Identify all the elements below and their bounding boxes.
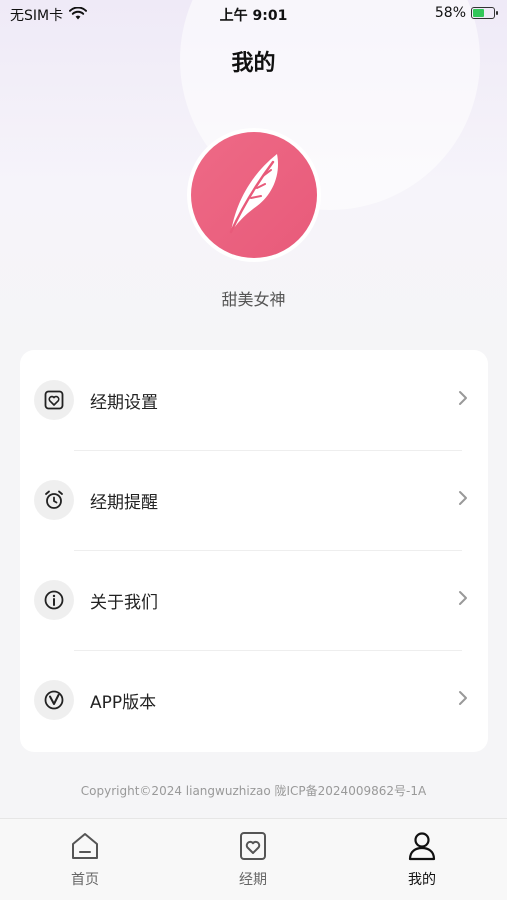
chevron-right-icon — [458, 590, 468, 610]
battery-percent: 58% — [434, 5, 466, 21]
battery-icon — [471, 7, 498, 19]
chevron-right-icon — [458, 490, 468, 510]
menu-item-period-settings[interactable]: 经期设置 — [20, 350, 488, 450]
menu-item-label: 经期提醒 — [90, 492, 158, 513]
tab-bar: 首页 经期 我的 — [0, 818, 507, 900]
menu-item-about-us[interactable]: 关于我们 — [20, 550, 488, 650]
status-bar: 无SIM卡 上午 9:01 58% — [0, 0, 507, 28]
menu-item-app-version[interactable]: APP版本 — [20, 650, 488, 750]
menu-item-label: 经期设置 — [90, 392, 158, 413]
tab-label: 首页 — [71, 872, 99, 888]
version-v-icon — [34, 680, 74, 720]
heart-calendar-icon — [237, 831, 269, 865]
menu-item-label: 关于我们 — [90, 592, 158, 613]
menu-item-period-reminder[interactable]: 经期提醒 — [20, 450, 488, 550]
heart-calendar-icon — [34, 380, 74, 420]
menu-item-label: APP版本 — [90, 692, 157, 713]
status-time: 上午 9:01 — [219, 8, 288, 24]
tab-mine[interactable]: 我的 — [372, 831, 472, 889]
person-icon — [406, 831, 438, 865]
battery-fill — [473, 9, 485, 17]
nickname: 甜美女神 — [221, 290, 286, 309]
tab-label: 我的 — [408, 872, 436, 888]
chevron-right-icon — [458, 390, 468, 410]
menu-card: 经期设置 经期提醒 关于我们 APP版本 — [20, 350, 488, 752]
avatar[interactable] — [187, 128, 321, 262]
copyright-text: Copyright©2024 liangwuzhizao 陇ICP备202400… — [80, 784, 427, 798]
home-icon — [69, 831, 101, 865]
page-title: 我的 — [231, 51, 276, 76]
tab-period[interactable]: 经期 — [203, 831, 303, 889]
tab-label: 经期 — [239, 872, 267, 888]
alarm-clock-icon — [34, 480, 74, 520]
feather-icon — [219, 148, 289, 242]
chevron-right-icon — [458, 690, 468, 710]
info-icon — [34, 580, 74, 620]
tab-home[interactable]: 首页 — [35, 831, 135, 889]
